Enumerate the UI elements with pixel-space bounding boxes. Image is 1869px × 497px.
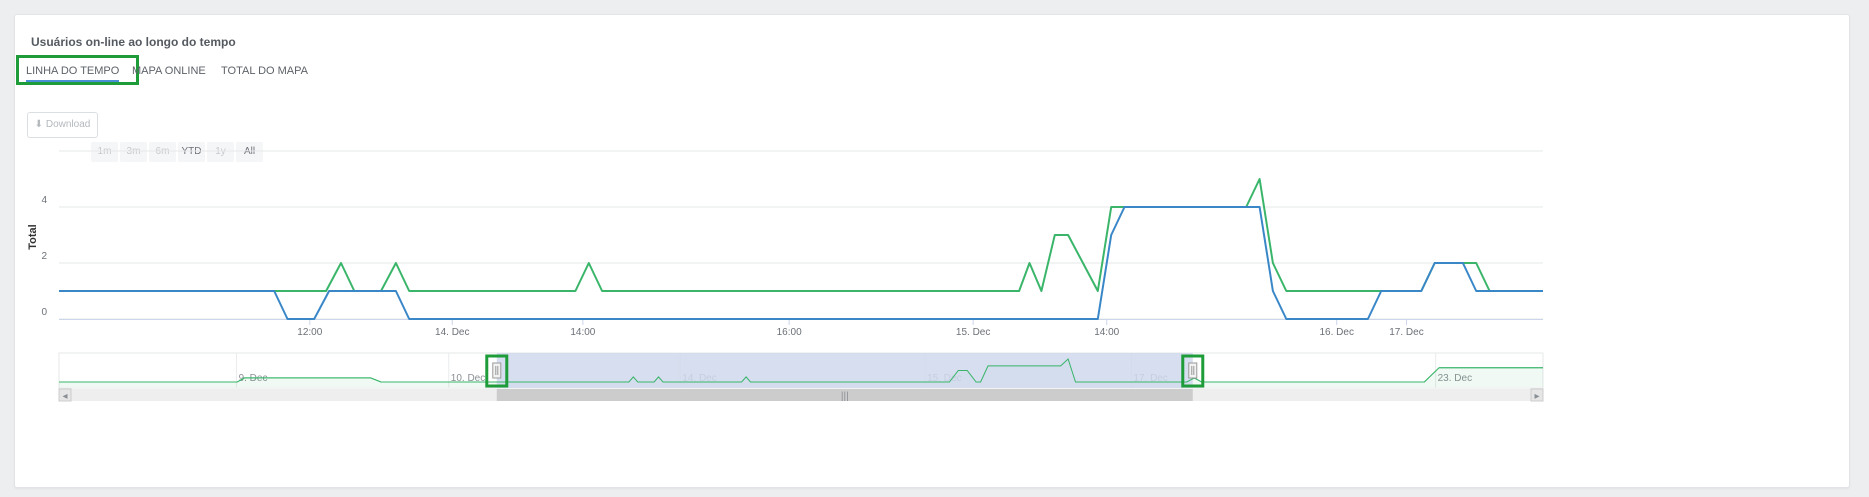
chart-grid [59,150,1543,320]
x-tick-label: 15. Dec [956,327,990,338]
x-tick-label: 17. Dec [1389,327,1423,338]
timeline-chart: 024 Total 12:00 14. Dec 14:00 16:00 15. Dec 1… [27,150,1544,402]
y-tick-label: 0 [41,307,47,318]
x-tick-label: 16. Dec [1319,327,1353,338]
handle-grip [1188,362,1198,379]
x-axis-labels: 12:00 14. Dec 14:00 16:00 15. Dec 14:00 16. De… [297,319,1424,338]
scroll-left-arrow-icon: ◂ [62,391,67,402]
series-line-green [59,178,1543,292]
x-tick-label: 14:00 [1094,327,1119,338]
y-axis-labels: 0 2 4 [41,195,47,318]
y-tick-label: 2 [41,251,47,262]
y-axis-title: Total [27,224,39,249]
scroll-right-arrow-icon: ▸ [1534,391,1539,402]
scrollbar-grip: ||| [841,391,849,402]
x-tick-label: 12:00 [297,327,322,338]
x-tick-label: 14:00 [570,327,595,338]
navigator[interactable]: 9. Dec10. Dec14. Dec15. Dec17. Dec23. De… [58,352,1544,402]
y-tick-label: 4 [41,195,47,206]
x-tick-label: 16:00 [777,327,802,338]
navigator-selection[interactable] [496,353,1193,388]
series-group [59,178,1543,320]
x-tick-label: 14. Dec [435,327,469,338]
chart-panel: Usuários on-line ao longo do tempo LINHA… [14,14,1850,488]
handle-grip [492,362,502,379]
